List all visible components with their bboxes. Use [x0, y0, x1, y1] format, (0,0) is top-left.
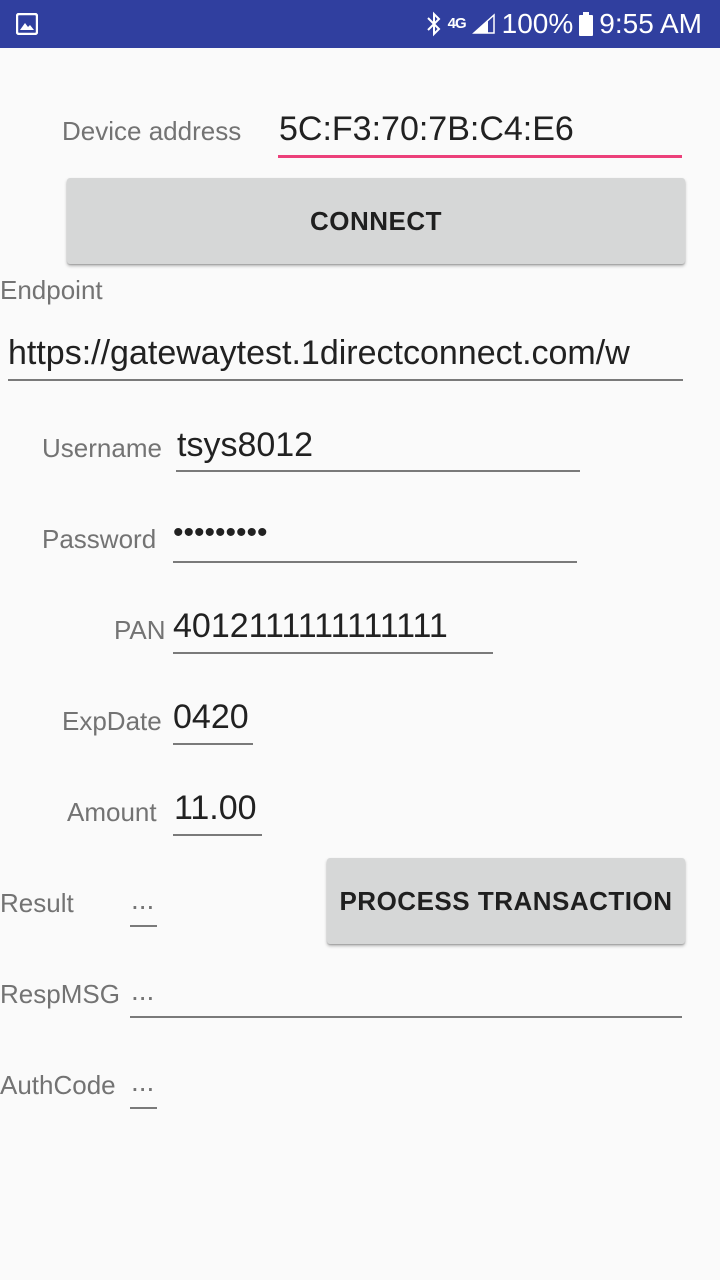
authcode-underline	[130, 1107, 157, 1109]
amount-label: Amount	[67, 797, 157, 827]
pan-underline	[173, 652, 493, 654]
result-underline	[130, 925, 157, 927]
endpoint-underline	[8, 379, 683, 381]
signal-icon	[471, 13, 495, 34]
pan-label: PAN	[114, 615, 166, 645]
username-value[interactable]: tsys8012	[177, 426, 313, 465]
clock: 9:55 AM	[599, 8, 702, 39]
respmsg-label: RespMSG	[0, 979, 120, 1009]
network-type-text: 4G	[447, 15, 467, 32]
endpoint-value[interactable]: https://gatewaytest.1directconnect.com/w	[8, 334, 683, 373]
result-label: Result	[0, 888, 74, 918]
device-address-value[interactable]: 5C:F3:70:7B:C4:E6	[279, 110, 574, 149]
password-label: Password	[42, 524, 157, 554]
battery-icon	[579, 12, 594, 36]
amount-value[interactable]: 11.00	[174, 789, 257, 828]
device-address-label: Device address	[62, 116, 242, 146]
pan-value[interactable]: 4012111111111111	[173, 607, 448, 646]
authcode-label: AuthCode	[0, 1070, 116, 1100]
bluetooth-icon	[426, 11, 441, 37]
endpoint-label: Endpoint	[0, 275, 103, 305]
username-underline	[176, 470, 580, 472]
expdate-label: ExpDate	[62, 706, 162, 736]
respmsg-underline	[130, 1016, 682, 1018]
image-notification-icon	[16, 13, 38, 35]
username-label: Username	[42, 433, 162, 463]
password-value[interactable]: •••••••••	[173, 516, 268, 550]
result-value[interactable]: ...	[131, 884, 154, 916]
status-bar: 4G 100% 9:55 AM	[0, 0, 720, 48]
password-underline	[173, 561, 577, 563]
device-address-underline	[278, 155, 682, 158]
authcode-value[interactable]: ...	[131, 1066, 154, 1098]
expdate-value[interactable]: 0420	[173, 698, 249, 737]
respmsg-value[interactable]: ...	[131, 975, 154, 1007]
battery-percent: 100%	[501, 8, 574, 39]
connect-button[interactable]: CONNECT	[67, 178, 685, 264]
process-transaction-button[interactable]: PROCESS TRANSACTION	[327, 858, 685, 944]
expdate-underline	[173, 743, 253, 745]
amount-underline	[173, 834, 262, 836]
